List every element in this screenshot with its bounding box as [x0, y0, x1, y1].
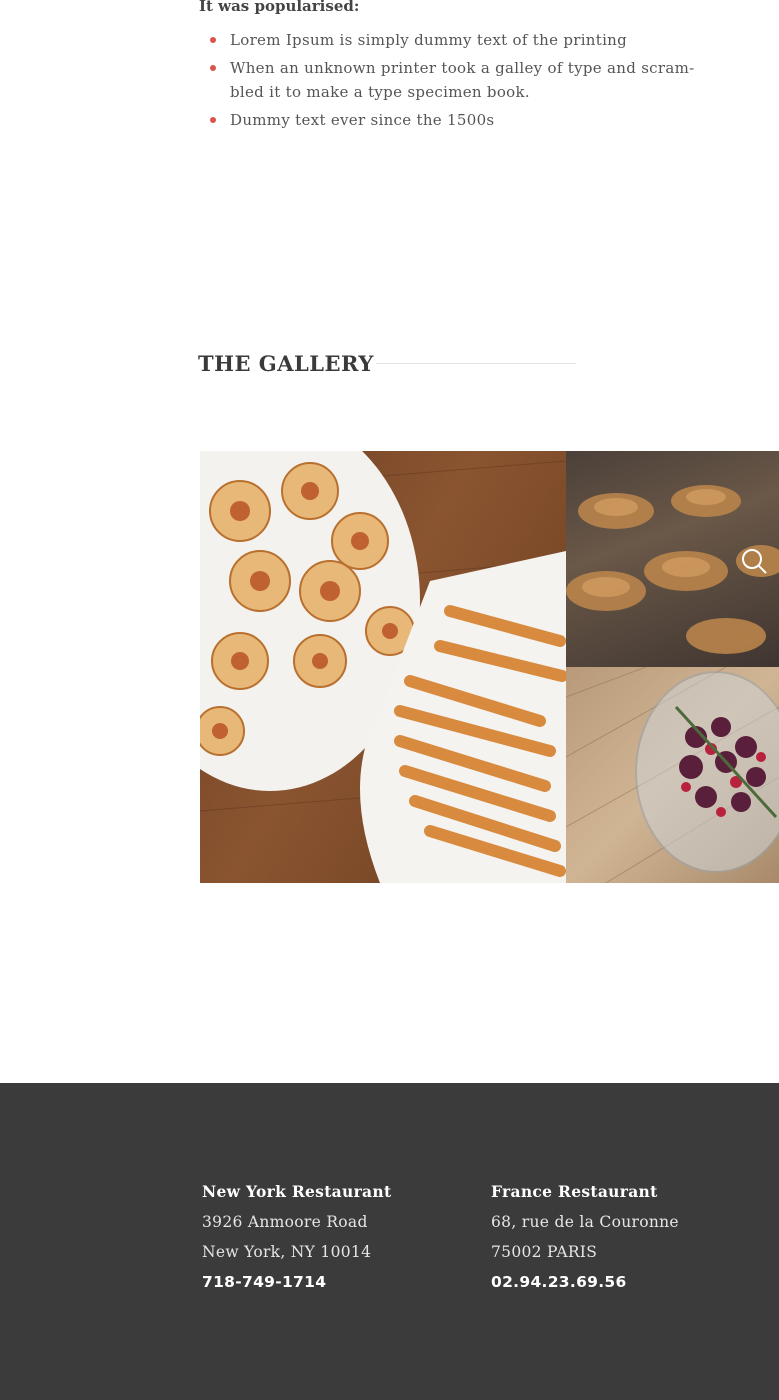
gallery-divider — [376, 363, 576, 364]
address-line: 3926 Anmoore Road — [202, 1213, 368, 1231]
bullet-dot-icon — [210, 37, 216, 43]
bullet-list: Lorem Ipsum is simply dummy text of the … — [199, 28, 719, 132]
location-name: New York Restaurant — [202, 1182, 392, 1201]
gallery-image-pastries[interactable] — [200, 451, 566, 883]
search-icon[interactable] — [740, 547, 768, 575]
list-item: Dummy text ever since the 1500s — [199, 108, 719, 132]
list-item-text: Dummy text ever since the 1500s — [230, 111, 495, 129]
location-name: France Restaurant — [491, 1182, 658, 1201]
location-new-york: New York Restaurant 3926 Anmoore Road Ne… — [202, 1177, 391, 1297]
address-line: 68, rue de la Couronne — [491, 1213, 679, 1231]
berries-illustration — [566, 667, 779, 883]
list-item-text: Lorem Ipsum is simply dummy text of the … — [230, 31, 628, 49]
bullet-dot-icon — [210, 117, 216, 123]
intro-section: It was popularised: Lorem Ipsum is simpl… — [199, 0, 719, 136]
location-france: France Restaurant 68, rue de la Couronne… — [491, 1177, 679, 1297]
phone-number[interactable]: 02.94.23.69.56 — [491, 1267, 679, 1297]
gallery-header: THE GALLERY — [198, 346, 578, 382]
list-item-text: When an unknown printer took a galley of… — [230, 59, 695, 101]
gallery-image-berries[interactable] — [566, 667, 779, 883]
list-item: When an unknown printer took a galley of… — [199, 56, 719, 104]
list-item: Lorem Ipsum is simply dummy text of the … — [199, 28, 719, 52]
gallery-image-croissants[interactable] — [566, 451, 779, 667]
phone-number[interactable]: 718-749-1714 — [202, 1267, 391, 1297]
address-line: New York, NY 10014 — [202, 1243, 372, 1261]
address-line: 75002 PARIS — [491, 1243, 598, 1261]
pastries-illustration — [200, 451, 566, 883]
bullet-dot-icon — [210, 65, 216, 71]
gallery-title: THE GALLERY — [198, 351, 374, 376]
intro-title: It was popularised: — [199, 0, 360, 15]
gallery-grid — [200, 451, 779, 883]
footer: New York Restaurant 3926 Anmoore Road Ne… — [0, 1083, 779, 1400]
